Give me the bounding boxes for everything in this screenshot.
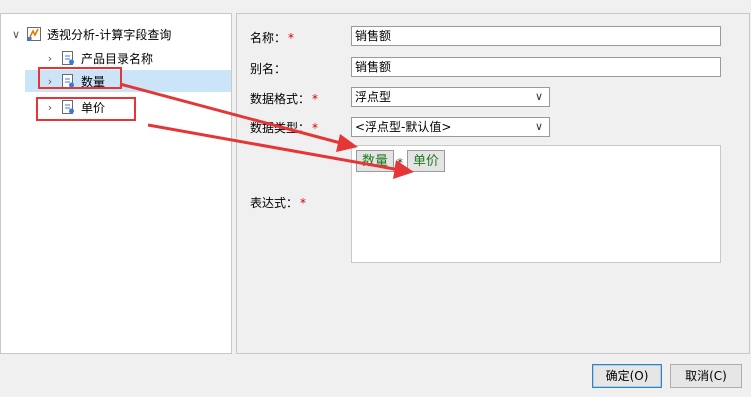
expression-label-row: 表达式： * [250,194,306,211]
expression-editor[interactable]: 数量 * 单价 [351,145,721,263]
type-select-value: <浮点型-默认值> [355,120,452,134]
ok-button[interactable]: 确定(O) [592,364,662,388]
tree-pane: ∨ 透视分析-计算字段查询 › 产品目录名称 › 数量 › 单价 [0,13,232,354]
tree-item-product-catalog[interactable]: › 产品目录名称 [43,47,153,69]
tree-root-label: 透视分析-计算字段查询 [47,27,172,42]
required-mark: * [312,120,319,135]
alias-label: 别名： [250,62,287,76]
format-label: 数据格式： [250,92,311,106]
expression-token-quantity[interactable]: 数量 [356,150,395,172]
required-mark: * [288,30,295,45]
name-label-row: 名称： * [250,29,294,46]
expression-operator: * [397,156,403,170]
tree-root[interactable]: ∨ 透视分析-计算字段查询 [9,23,171,45]
required-mark: * [300,195,307,210]
chevron-right-icon[interactable]: › [43,52,57,65]
expression-label: 表达式： [250,196,299,210]
expression-token-unit-price[interactable]: 单价 [407,150,446,172]
chevron-down-icon[interactable]: ∨ [9,28,23,41]
chevron-down-icon[interactable]: ∨ [535,118,543,136]
format-select[interactable]: 浮点型 ∨ [351,87,550,107]
type-label: 数据类型： [250,121,311,135]
type-label-row: 数据类型： * [250,119,318,136]
chevron-down-icon[interactable]: ∨ [535,88,543,106]
format-select-value: 浮点型 [355,90,392,104]
name-label: 名称： [250,31,287,45]
type-select[interactable]: <浮点型-默认值> ∨ [351,117,550,137]
format-label-row: 数据格式： * [250,90,318,107]
name-input[interactable]: 销售额 [351,26,721,46]
cancel-button[interactable]: 取消(C) [670,364,742,388]
required-mark: * [312,91,319,106]
field-icon [60,50,76,66]
tree-item-label: 产品目录名称 [81,51,154,66]
annotation-box-unit-price [36,97,136,121]
alias-label-row: 别名： [250,60,286,77]
annotation-box-quantity [38,67,122,89]
analysis-icon [26,26,42,42]
field-properties-pane: 名称： * 销售额 别名： 销售额 数据格式： * 浮点型 ∨ 数据类型： * <浮点… [236,13,750,354]
alias-input[interactable]: 销售额 [351,57,721,77]
